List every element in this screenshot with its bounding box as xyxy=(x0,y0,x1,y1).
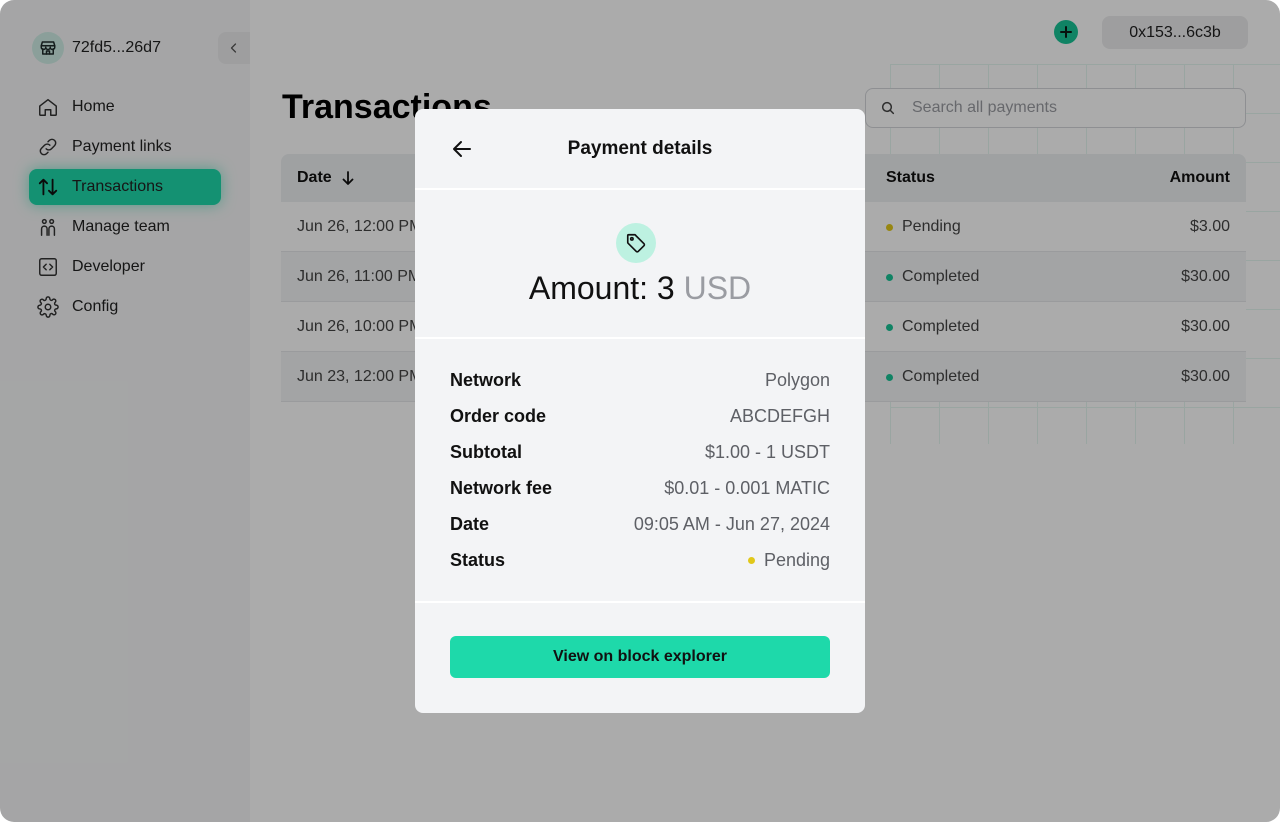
detail-key: Network xyxy=(450,369,522,390)
detail-status-value: Pending xyxy=(747,549,830,571)
detail-key: Subtotal xyxy=(450,441,522,462)
amount-currency: USD xyxy=(683,270,752,306)
amount-section: Amount: 3 USD xyxy=(415,190,865,339)
app-window: 72fd5...26d7 Home Payment links Transact… xyxy=(0,0,1280,822)
amount-value: Amount: 3 xyxy=(528,270,675,306)
amount-heading: Amount: 3 USD xyxy=(415,270,865,307)
detail-value: ABCDEFGH xyxy=(729,405,830,426)
pending-dot xyxy=(747,556,755,564)
detail-value: Pending xyxy=(763,549,830,570)
detail-value: $0.01 - 0.001 MATIC xyxy=(664,477,830,498)
modal-title: Payment details xyxy=(567,138,713,159)
detail-row-network-fee: Network fee $0.01 - 0.001 MATIC xyxy=(450,476,830,500)
detail-key: Network fee xyxy=(450,477,553,498)
modal-header: Payment details xyxy=(415,109,865,190)
detail-row-date: Date 09:05 AM - Jun 27, 2024 xyxy=(450,512,830,536)
details-list: Network Polygon Order code ABCDEFGH Subt… xyxy=(415,339,865,603)
price-tag-icon xyxy=(616,223,656,263)
detail-key: Status xyxy=(450,549,506,570)
detail-value: 09:05 AM - Jun 27, 2024 xyxy=(633,513,830,534)
detail-key: Date xyxy=(450,513,490,534)
detail-row-network: Network Polygon xyxy=(450,368,830,392)
detail-row-status: Status Pending xyxy=(450,548,830,572)
detail-value: $1.00 - 1 USDT xyxy=(704,441,830,462)
detail-row-subtotal: Subtotal $1.00 - 1 USDT xyxy=(450,440,830,464)
view-on-block-explorer-button[interactable]: View on block explorer xyxy=(450,636,830,678)
detail-key: Order code xyxy=(450,405,547,426)
detail-value: Polygon xyxy=(764,369,830,390)
payment-details-modal: Payment details Amount: 3 USD Network Po… xyxy=(415,109,865,713)
detail-row-order-code: Order code ABCDEFGH xyxy=(450,404,830,428)
